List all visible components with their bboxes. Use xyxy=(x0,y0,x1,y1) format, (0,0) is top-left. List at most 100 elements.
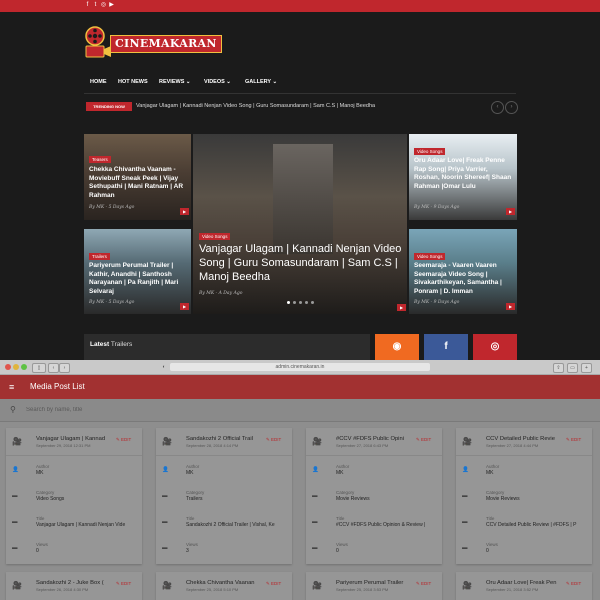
new-tab-icon[interactable]: + xyxy=(581,363,592,373)
post-title[interactable]: Chekka Chivantha Vaanam - Moviebuff Snea… xyxy=(89,166,189,200)
media-post-card[interactable]: 🎥 Pariyerum Perumal Trailer September 25, … xyxy=(306,572,442,600)
post-card-video-song[interactable]: Video Songs Seemaraja - Vaaren Vaaren Se… xyxy=(409,229,517,314)
address-bar[interactable]: admin.cinemakaran.in xyxy=(170,363,430,371)
featured-image-doorway xyxy=(273,144,333,254)
title-icon: ▬ xyxy=(12,519,18,525)
trending-prev-button[interactable]: ‹ xyxy=(491,101,504,114)
site-logo[interactable]: CINEMAKARAN xyxy=(84,25,222,61)
nav-hot-news[interactable]: HOT NEWS xyxy=(118,76,148,88)
person-icon: 👤 xyxy=(462,467,469,473)
post-date: September 29, 2018 12:31 PM xyxy=(36,443,91,448)
nav-home[interactable]: HOME xyxy=(90,76,107,88)
maximize-window-icon[interactable] xyxy=(21,364,27,370)
category-tag[interactable]: Teasers xyxy=(89,156,111,163)
post-title[interactable]: Seemaraja - Vaaren Vaaren Seemaraja Vide… xyxy=(414,262,515,296)
browser-chrome: ▯ ‹ › ◐ admin.cinemakaran.in ⇧ ▭ + xyxy=(0,360,600,375)
post-byline: By MK - 5 Days Ago xyxy=(89,205,135,210)
edit-button[interactable]: ✎ EDIT xyxy=(266,580,281,587)
latest-trailers-heading: Latest Trailers xyxy=(90,341,133,348)
edit-button[interactable]: ✎ EDIT xyxy=(116,580,131,587)
nav-divider xyxy=(84,93,516,94)
field-value-title: Sandakozhi 2 Official Trailer | Vishal, … xyxy=(186,522,275,528)
category-icon: ▬ xyxy=(462,493,468,499)
post-card-trailer[interactable]: Trailers Pariyerum Perumal Trailer | Kat… xyxy=(84,229,191,314)
media-post-card[interactable]: 🎥 CCV Detailed Public Revie September 27, … xyxy=(456,428,592,564)
tabs-icon[interactable]: ▭ xyxy=(567,363,578,373)
media-post-card[interactable]: 🎥 Chekka Chivantha Vaanan September 25, 20… xyxy=(156,572,292,600)
post-title: CCV Detailed Public Revie xyxy=(486,436,555,442)
facebook-icon[interactable]: f xyxy=(84,2,91,9)
sidebar-toggle-icon[interactable]: ▯ xyxy=(32,363,46,373)
edit-button[interactable]: ✎ EDIT xyxy=(266,436,281,443)
featured-post-card[interactable]: Video Songs Vanjagar Ulagam | Kannadi Ne… xyxy=(193,134,407,314)
edit-button[interactable]: ✎ EDIT xyxy=(116,436,131,443)
website-screenshot: f t ◎ ▶ CINEMAKARAN HOME HOT NEWS REVIEW… xyxy=(0,0,600,360)
video-camera-icon: 🎥 xyxy=(462,437,472,446)
category-tag[interactable]: Trailers xyxy=(89,253,110,260)
video-camera-icon: 🎥 xyxy=(312,581,322,590)
instagram-icon[interactable]: ◎ xyxy=(100,2,107,9)
youtube-icon[interactable]: ▶ xyxy=(108,2,115,9)
field-value-author: MK xyxy=(486,470,494,476)
edit-button[interactable]: ✎ EDIT xyxy=(566,580,581,587)
field-value-category: Movie Reviews xyxy=(486,496,520,502)
back-icon[interactable]: ‹ xyxy=(48,363,59,373)
close-window-icon[interactable] xyxy=(5,364,11,370)
slider-dots[interactable] xyxy=(287,300,317,305)
minimize-window-icon[interactable] xyxy=(13,364,19,370)
menu-icon[interactable]: ≡ xyxy=(9,383,18,392)
post-title[interactable]: Pariyerum Perumal Trailer | Kathir, Anan… xyxy=(89,262,189,296)
post-title: Oru Adaar Love| Freak Pen xyxy=(486,580,557,586)
trending-text[interactable]: Vanjagar Ulagam | Kannadi Nenjan Video S… xyxy=(136,101,375,112)
play-icon[interactable]: ▶ xyxy=(397,304,406,311)
privacy-icon[interactable]: ◐ xyxy=(160,363,168,371)
card-divider xyxy=(306,455,442,456)
nav-gallery[interactable]: GALLERY ⌄ xyxy=(245,76,277,88)
search-icon: ⚲ xyxy=(10,405,16,414)
instagram-box-icon[interactable]: ◎ xyxy=(473,334,517,360)
play-icon[interactable]: ▶ xyxy=(180,208,189,215)
post-title: Vanjagar Ulagam | Kannad xyxy=(36,436,106,442)
nav-videos[interactable]: VIDEOS ⌄ xyxy=(204,76,231,88)
post-title: Pariyerum Perumal Trailer xyxy=(336,580,404,586)
person-icon: 👤 xyxy=(12,467,19,473)
trending-next-button[interactable]: › xyxy=(505,101,518,114)
post-title: Sandakozhi 2 - Juke Box ( xyxy=(36,580,104,586)
media-post-card[interactable]: 🎥 Sandakozhi 2 Official Trail September 28… xyxy=(156,428,292,564)
play-icon[interactable]: ▶ xyxy=(506,303,515,310)
post-title[interactable]: Oru Adaar Love| Freak Penne Rap Song| Pr… xyxy=(414,157,515,191)
twitter-icon[interactable]: t xyxy=(92,2,99,9)
post-card-teaser[interactable]: Teasers Chekka Chivantha Vaanam - Movieb… xyxy=(84,134,191,220)
media-post-card[interactable]: 🎥 Vanjagar Ulagam | Kannad September 29, 2… xyxy=(6,428,142,564)
post-date: September 27, 2018 4:44 PM xyxy=(486,443,539,448)
play-icon[interactable]: ▶ xyxy=(506,208,515,215)
media-post-card[interactable]: 🎥 Oru Adaar Love| Freak Pen September 21, … xyxy=(456,572,592,600)
person-icon: 👤 xyxy=(312,467,319,473)
search-input[interactable] xyxy=(26,404,326,415)
category-tag[interactable]: Video Songs xyxy=(414,148,446,155)
post-card-video-song[interactable]: Video Songs Oru Adaar Love| Freak Penne … xyxy=(409,134,517,220)
play-icon[interactable]: ▶ xyxy=(180,303,189,310)
category-tag[interactable]: Video Songs xyxy=(199,233,231,240)
edit-button[interactable]: ✎ EDIT xyxy=(566,436,581,443)
edit-button[interactable]: ✎ EDIT xyxy=(416,436,431,443)
card-divider xyxy=(6,455,142,456)
post-date: September 25, 2018 5:10 PM xyxy=(186,587,239,592)
field-value-views: 0 xyxy=(336,548,339,554)
post-date: September 25, 2018 3:53 PM xyxy=(336,587,389,592)
person-icon: 👤 xyxy=(162,467,169,473)
media-post-card[interactable]: 🎥 Sandakozhi 2 - Juke Box (September 26, … xyxy=(6,572,142,600)
post-date: September 21, 2018 3:52 PM xyxy=(486,587,539,592)
facebook-box-icon[interactable]: f xyxy=(424,334,468,360)
rss-icon[interactable]: ◉ xyxy=(375,334,419,360)
featured-post-title[interactable]: Vanjagar Ulagam | Kannadi Nenjan Video S… xyxy=(199,242,404,284)
field-value-views: 3 xyxy=(186,548,189,554)
nav-reviews[interactable]: REVIEWS ⌄ xyxy=(159,76,191,88)
post-title: Sandakozhi 2 Official Trail xyxy=(186,436,253,442)
trending-badge: TRENDING NOW xyxy=(86,102,132,111)
forward-icon[interactable]: › xyxy=(59,363,70,373)
media-post-card[interactable]: 🎥 #CCV #FDFS Public Opini September 27, 20… xyxy=(306,428,442,564)
share-icon[interactable]: ⇧ xyxy=(553,363,564,373)
edit-button[interactable]: ✎ EDIT xyxy=(416,580,431,587)
category-tag[interactable]: Video Songs xyxy=(414,253,446,260)
